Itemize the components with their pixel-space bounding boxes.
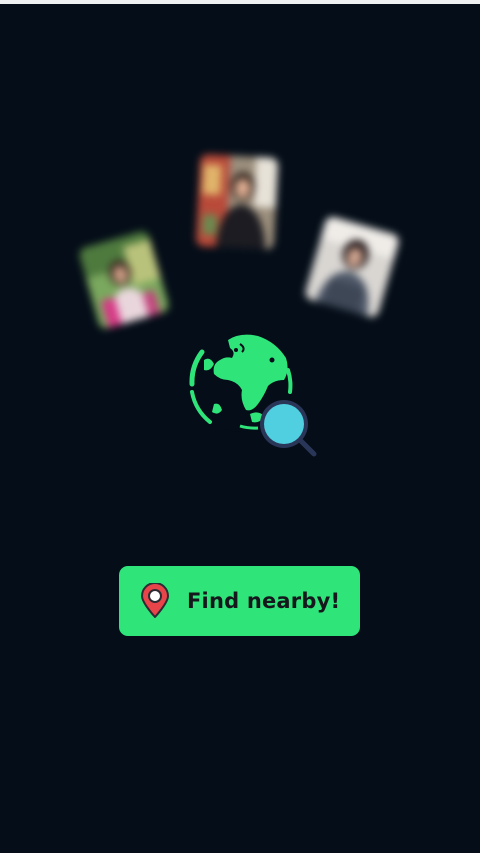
location-pin-icon — [139, 583, 171, 619]
search-icon — [260, 400, 317, 457]
status-bar — [0, 0, 480, 4]
globe-search-illustration — [180, 330, 320, 460]
nearby-user-photo-left — [77, 229, 171, 331]
find-nearby-label: Find nearby! — [187, 589, 341, 613]
nearby-user-photo-right — [303, 215, 401, 319]
nearby-user-photo-center — [195, 154, 279, 250]
find-nearby-button[interactable]: Find nearby! — [119, 566, 360, 636]
